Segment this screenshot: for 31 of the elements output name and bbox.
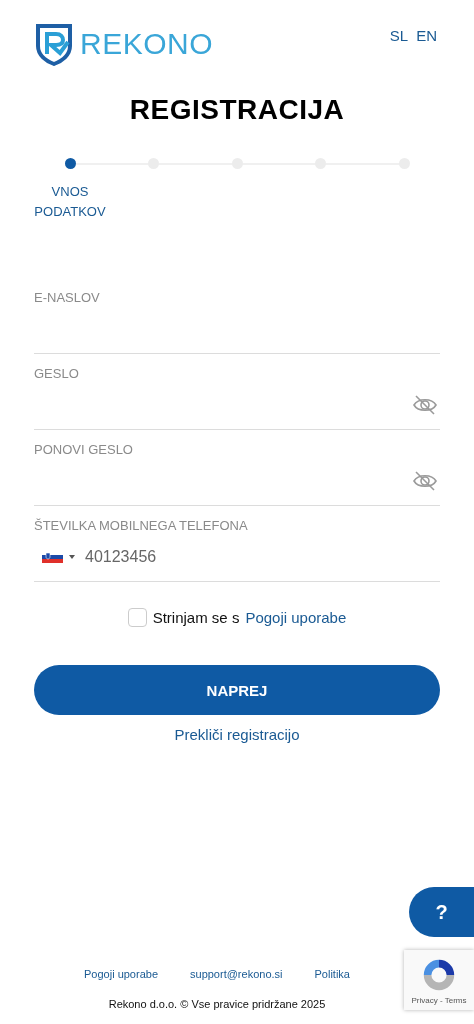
footer-link[interactable]: Pogoji uporabe xyxy=(84,968,158,980)
checkbox[interactable] xyxy=(127,608,147,627)
caret-icon[interactable] xyxy=(69,555,75,559)
eye-slash-icon[interactable] xyxy=(412,470,438,492)
input-field[interactable]: PONOVI GESLO xyxy=(34,436,440,506)
input-field[interactable]: GESLO xyxy=(34,360,440,430)
help-button[interactable]: ? xyxy=(409,887,474,937)
footer-link[interactable]: Politika xyxy=(314,968,350,980)
terms-text: Strinjam se s xyxy=(152,609,240,626)
language-link[interactable]: EN xyxy=(416,27,437,44)
field-label: PONOVI GESLO xyxy=(34,442,134,457)
terms-link[interactable]: Pogoji uporabe xyxy=(245,609,347,626)
next-button[interactable]: NAPREJ xyxy=(34,665,440,715)
field-label: E-NASLOV xyxy=(34,290,101,305)
step-label: VNOS PODATKOV xyxy=(33,183,107,221)
eye-slash-icon[interactable] xyxy=(412,394,438,416)
page-title: REGISTRACIJA xyxy=(128,94,346,126)
logo-text: REKONO xyxy=(80,27,214,61)
flag-icon xyxy=(42,551,63,563)
field-value: 40123456 xyxy=(85,548,157,566)
recaptcha-badge[interactable]: Privacy - Terms xyxy=(404,950,474,1010)
copyright-text: Rekono d.o.o. © Vse pravice pridržane 2025 xyxy=(108,998,326,1010)
recaptcha-text: Privacy - Terms xyxy=(411,995,467,1005)
field-label: GESLO xyxy=(34,366,80,381)
input-field[interactable]: ŠTEVILKA MOBILNEGA TELEFONA 40123456 xyxy=(34,512,440,582)
field-label: ŠTEVILKA MOBILNEGA TELEFONA xyxy=(34,518,249,533)
language-link[interactable]: SL xyxy=(389,27,409,44)
footer-link[interactable]: support@rekono.si xyxy=(190,968,283,980)
input-field[interactable]: E-NASLOV xyxy=(34,284,440,354)
shield-logo-icon xyxy=(34,22,74,66)
cancel-link[interactable]: Prekliči registracijo xyxy=(174,726,300,743)
